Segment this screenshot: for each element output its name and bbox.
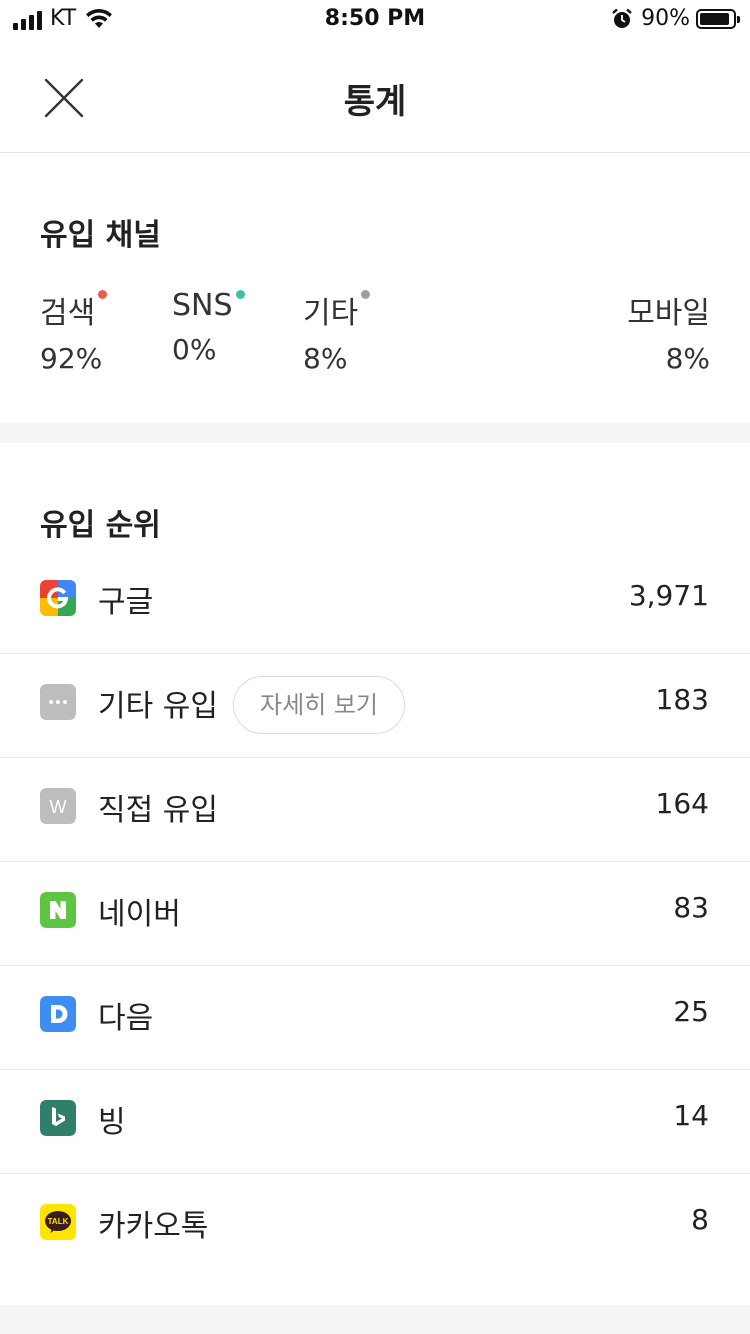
channel-value: 8% — [303, 342, 348, 375]
channel-name: SNS — [172, 288, 233, 323]
channel-name: 검색 — [40, 296, 96, 331]
rank-row-kakaotalk[interactable]: TALK 카카오톡 8 — [0, 1174, 750, 1278]
battery-percent: 90% — [641, 6, 690, 31]
channel-name: 기타 — [303, 296, 359, 331]
rank-label: 빙 — [98, 1105, 126, 1140]
rank-count: 14 — [673, 1099, 709, 1132]
more-dots-icon — [40, 684, 76, 720]
page-title: 통계 — [343, 82, 407, 122]
channel-value: 8% — [665, 342, 710, 375]
rank-label: 기타 유입 — [98, 689, 218, 724]
channel-etc: 기타 8% — [303, 288, 371, 375]
rank-row-google[interactable]: 구글 3,971 — [0, 550, 750, 654]
channel-name: 모바일 — [627, 296, 710, 331]
status-bar: KT 8:50 PM 90% — [0, 0, 750, 40]
kakaotalk-icon: TALK — [40, 1204, 76, 1240]
status-right: 90% — [611, 6, 740, 31]
battery-icon — [696, 8, 740, 29]
channel-dot — [361, 290, 371, 299]
battery-nub — [737, 15, 740, 23]
channel-search: 검색 92% — [40, 288, 108, 375]
rank-count: 183 — [655, 683, 709, 716]
rank-label: 다음 — [98, 1001, 154, 1036]
rank-label: 카카오톡 — [98, 1209, 209, 1244]
rank-row-naver[interactable]: 네이버 83 — [0, 862, 750, 966]
rank-count: 164 — [655, 787, 709, 820]
inflow-channel-title: 유입 채널 — [40, 218, 161, 253]
alarm-clock-icon — [612, 8, 632, 28]
rank-label: 구글 — [98, 585, 154, 620]
rank-row-direct[interactable]: W 직접 유입 164 — [0, 758, 750, 862]
channel-value: 0% — [172, 333, 217, 366]
rank-row-other[interactable]: 기타 유입 자세히 보기 183 — [0, 654, 750, 758]
view-details-button[interactable]: 자세히 보기 — [233, 676, 405, 734]
rank-count: 8 — [691, 1203, 709, 1236]
rank-row-daum[interactable]: 다음 25 — [0, 966, 750, 1070]
inflow-channel-stats: 검색 92% SNS 0% 기타 8% 모바일 8% — [40, 288, 710, 375]
google-icon — [40, 580, 76, 616]
channel-sns: SNS 0% — [172, 288, 245, 366]
direct-w-icon: W — [40, 788, 76, 824]
nav-header: 통계 — [0, 40, 750, 153]
battery-fill — [700, 12, 729, 25]
direct-icon-letter: W — [50, 797, 67, 817]
channel-mobile: 모바일 8% — [627, 288, 710, 375]
rank-count: 83 — [673, 891, 709, 924]
daum-icon — [40, 996, 76, 1032]
rank-row-bing[interactable]: 빙 14 — [0, 1070, 750, 1174]
rank-label: 직접 유입 — [98, 793, 218, 828]
rank-count: 25 — [673, 995, 709, 1028]
inflow-rank-title: 유입 순위 — [40, 508, 161, 543]
bottom-divider — [0, 1305, 750, 1334]
channel-value: 92% — [40, 342, 103, 375]
channel-dot — [235, 290, 245, 299]
bing-icon — [40, 1100, 76, 1136]
section-divider — [0, 423, 750, 443]
channel-dot — [98, 290, 108, 299]
kakao-icon-text: TALK — [48, 1217, 69, 1226]
rank-label: 네이버 — [98, 897, 181, 932]
rank-count: 3,971 — [628, 579, 709, 612]
inflow-rank-list: 구글 3,971 기타 유입 자세히 보기 183 W 직접 유입 164 네이… — [0, 550, 750, 1278]
naver-icon — [40, 892, 76, 928]
